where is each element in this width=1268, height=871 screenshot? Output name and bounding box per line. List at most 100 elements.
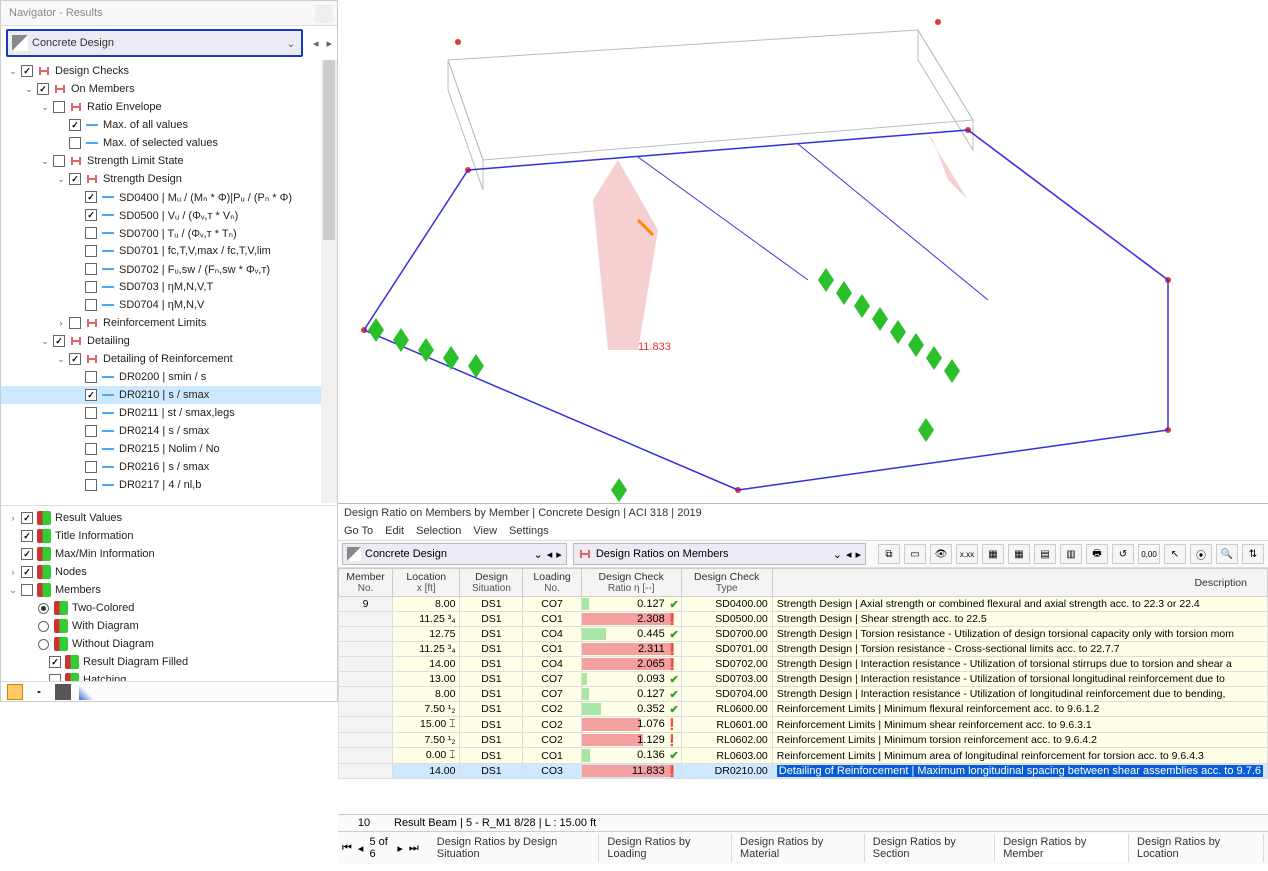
expand-icon[interactable]: ⌄: [7, 585, 19, 596]
tab-0[interactable]: Design Ratios by Design Situation: [429, 834, 600, 862]
tree-node[interactable]: SD0700 | Tᵤ / (Φᵥ,ᴛ * Tₙ): [1, 224, 337, 242]
checkbox[interactable]: [85, 443, 97, 455]
tree-node[interactable]: SD0702 | Fᵤ,sw / (Fₙ,sw * Φᵥ,ᴛ): [1, 260, 337, 278]
checkbox[interactable]: [85, 479, 97, 491]
display-options-tree[interactable]: ›Result ValuesTitle InformationMax/Min I…: [1, 505, 337, 681]
table-row[interactable]: 15.00 ⌶DS1CO21.076❗RL0601.00Reinforcemen…: [339, 717, 1268, 733]
expand-icon[interactable]: ›: [7, 513, 19, 523]
checkbox[interactable]: [69, 137, 81, 149]
prev-button[interactable]: ◂: [547, 548, 553, 561]
checkbox[interactable]: [21, 584, 33, 596]
checkbox[interactable]: [53, 155, 65, 167]
menu-go-to[interactable]: Go To: [344, 525, 373, 537]
tree-node[interactable]: DR0217 | 4 / nl,b: [1, 476, 337, 494]
col-situation[interactable]: DesignSituation: [460, 569, 523, 597]
menu-settings[interactable]: Settings: [509, 525, 549, 537]
tree-node[interactable]: ⌄Strength Design: [1, 170, 337, 188]
checkbox[interactable]: [85, 461, 97, 473]
pointer-icon[interactable]: ↖: [1164, 544, 1186, 564]
tab-1[interactable]: Design Ratios by Loading: [599, 834, 732, 862]
col-type[interactable]: Design CheckType: [681, 569, 772, 597]
checkbox[interactable]: [85, 281, 97, 293]
checkbox[interactable]: [21, 548, 33, 560]
expand-icon[interactable]: ⌄: [23, 84, 35, 95]
tree-node[interactable]: ⌄On Members: [1, 80, 337, 98]
checkbox[interactable]: [69, 173, 81, 185]
table-row[interactable]: 13.00DS1CO70.093✔SD0703.00Strength Desig…: [339, 672, 1268, 687]
expand-icon[interactable]: ›: [55, 318, 67, 328]
col-loading[interactable]: LoadingNo.: [523, 569, 581, 597]
first-button[interactable]: ⏮: [342, 842, 352, 855]
tab-5[interactable]: Design Ratios by Location: [1129, 834, 1264, 862]
tree-node[interactable]: DR0216 | s / smax: [1, 458, 337, 476]
filter-icon[interactable]: ⧉: [878, 544, 900, 564]
tab-4[interactable]: Design Ratios by Member: [995, 834, 1129, 862]
checkbox[interactable]: [21, 530, 33, 542]
option-node[interactable]: ›Nodes: [1, 563, 337, 581]
checkbox[interactable]: [21, 512, 33, 524]
expand-icon[interactable]: ⌄: [39, 102, 51, 113]
table-row[interactable]: 7.50 ¹₂DS1CO20.352✔RL0600.00Reinforcemen…: [339, 702, 1268, 717]
model-viewport[interactable]: 11.833: [338, 0, 1268, 503]
next-button[interactable]: ▸: [556, 548, 562, 561]
tree-node[interactable]: DR0215 | Nolim / No: [1, 440, 337, 458]
checkbox[interactable]: [85, 209, 97, 221]
tree-node[interactable]: SD0701 | fc,T,V,max / fc,T,V,lim: [1, 242, 337, 260]
table-row[interactable]: 0.00 ⌶DS1CO10.136✔RL0603.00Reinforcement…: [339, 748, 1268, 764]
table-row[interactable]: 98.00DS1CO70.127✔SD0400.00Strength Desig…: [339, 597, 1268, 612]
print-icon[interactable]: 🖶: [1086, 544, 1108, 564]
next-button[interactable]: ▸: [397, 842, 403, 855]
checkbox[interactable]: [85, 371, 97, 383]
prev-button[interactable]: ◂: [358, 842, 364, 855]
camera-icon[interactable]: [55, 684, 71, 700]
results-table[interactable]: MemberNo.Locationx [ft]DesignSituationLo…: [338, 568, 1268, 779]
col-ratio[interactable]: Design CheckRatio η [--]: [581, 569, 681, 597]
checkbox[interactable]: [69, 317, 81, 329]
table1-icon[interactable]: ▦: [982, 544, 1004, 564]
results-tree[interactable]: ⌄Design Checks⌄On Members⌄Ratio Envelope…: [1, 60, 337, 503]
expand-icon[interactable]: ⌄: [39, 336, 51, 347]
tree-node[interactable]: SD0500 | Vᵤ / (Φᵥ,ᴛ * Vₙ): [1, 206, 337, 224]
tree-node[interactable]: Max. of all values: [1, 116, 337, 134]
checkbox[interactable]: [85, 191, 97, 203]
sort-icon[interactable]: ⇅: [1242, 544, 1264, 564]
table-row[interactable]: 7.50 ¹₂DS1CO21.129❗RL0602.00Reinforcemen…: [339, 733, 1268, 748]
tool-icon-1[interactable]: [7, 684, 23, 700]
search-icon[interactable]: 🔍: [1216, 544, 1238, 564]
menu-selection[interactable]: Selection: [416, 525, 461, 537]
option-node[interactable]: Hatching: [1, 671, 337, 681]
table3-icon[interactable]: ▤: [1034, 544, 1056, 564]
curve-icon[interactable]: [79, 684, 95, 700]
tab-2[interactable]: Design Ratios by Material: [732, 834, 865, 862]
checkbox[interactable]: [53, 101, 65, 113]
col-description[interactable]: Description: [772, 569, 1267, 597]
checkbox[interactable]: [53, 335, 65, 347]
tree-node[interactable]: ⌄Design Checks: [1, 62, 337, 80]
radio[interactable]: [38, 603, 49, 614]
checkbox[interactable]: [85, 299, 97, 311]
menu-view[interactable]: View: [473, 525, 497, 537]
radio[interactable]: [38, 621, 49, 632]
checkbox[interactable]: [85, 263, 97, 275]
checkbox[interactable]: [21, 65, 33, 77]
tree-scrollbar[interactable]: [321, 60, 337, 503]
tree-node[interactable]: DR0211 | st / smax,legs: [1, 404, 337, 422]
checkbox[interactable]: [85, 425, 97, 437]
option-node[interactable]: ›Result Values: [1, 509, 337, 527]
menu-edit[interactable]: Edit: [385, 525, 404, 537]
radio[interactable]: [38, 639, 49, 650]
table-row[interactable]: 14.00DS1CO42.065❗SD0702.00Strength Desig…: [339, 657, 1268, 672]
checkbox[interactable]: [85, 407, 97, 419]
select-icon[interactable]: ▭: [904, 544, 926, 564]
nav-next-button[interactable]: ▸: [323, 37, 335, 50]
nav-prev-button[interactable]: ◂: [310, 37, 322, 50]
checkbox[interactable]: [21, 566, 33, 578]
checkbox[interactable]: [85, 245, 97, 257]
col-location[interactable]: Locationx [ft]: [393, 569, 460, 597]
tree-node[interactable]: SD0703 | ηM,N,V,T: [1, 278, 337, 296]
tree-node[interactable]: DR0200 | smin / s: [1, 368, 337, 386]
table-row[interactable]: 12.75DS1CO40.445✔SD0700.00Strength Desig…: [339, 627, 1268, 642]
tree-node[interactable]: DR0210 | s / smax: [1, 386, 337, 404]
option-node[interactable]: Result Diagram Filled: [1, 653, 337, 671]
checkbox[interactable]: [49, 656, 61, 668]
